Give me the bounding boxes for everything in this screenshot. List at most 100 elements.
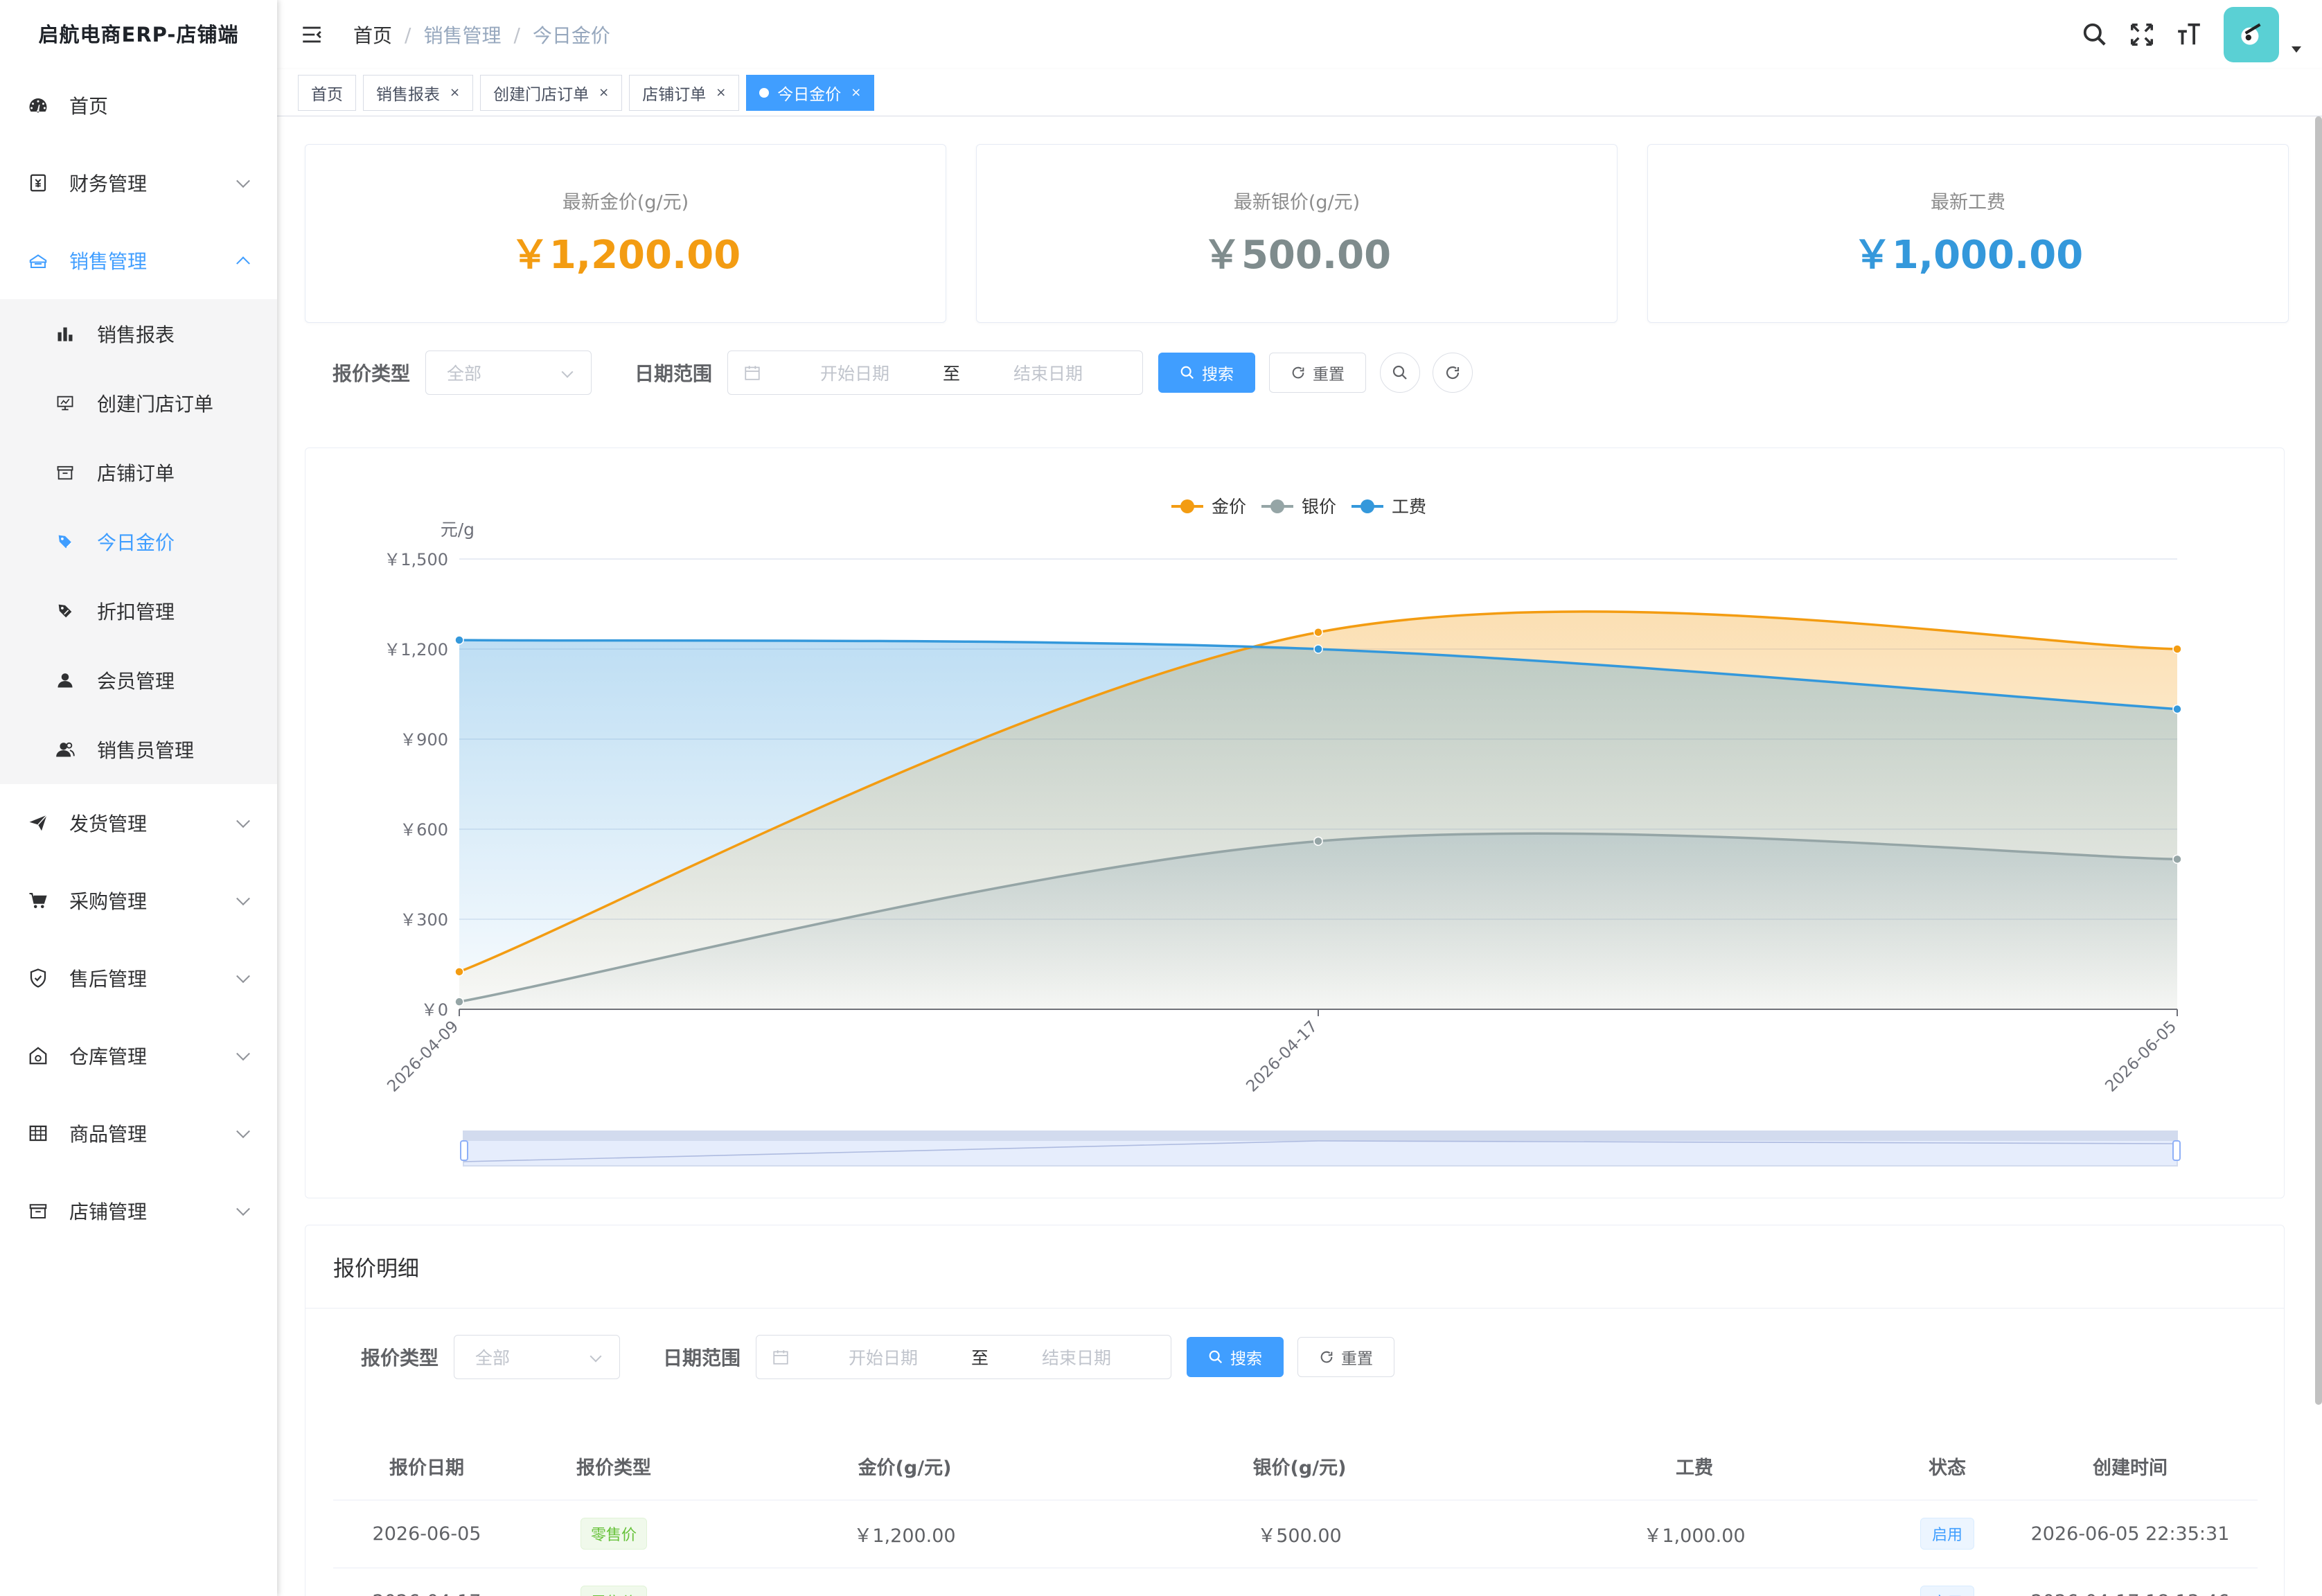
search-button[interactable]: 搜索: [1158, 353, 1256, 393]
sidebar-item-label: 发货管理: [69, 813, 148, 835]
data-point: [1313, 836, 1323, 846]
price-chart-card: ￥0 ￥300 ￥600 ￥900 ￥1,200 ￥1,500 元/g 2026-04-09 2…: [305, 447, 2285, 1198]
column-header[interactable]: 报价日期: [333, 1433, 520, 1500]
sidebar-item-sales[interactable]: 销售管理: [0, 222, 277, 299]
sidebar-item-label: 店铺订单: [97, 462, 175, 485]
sales-submenu: 销售报表 创建门店订单 店铺订单 今日金价 折扣管理 会员管理 销售员管理: [0, 299, 277, 784]
reset-button[interactable]: 重置: [1297, 1337, 1395, 1377]
avatar[interactable]: [2224, 7, 2279, 62]
table-row[interactable]: 2026-06-05 零售价 ￥1,200.00 ￥500.00 ￥1,000.…: [333, 1500, 2258, 1568]
close-icon[interactable]: ×: [599, 85, 609, 100]
type-badge: 零售价: [580, 1518, 647, 1550]
sidebar-item-label: 首页: [69, 95, 109, 118]
date-range-picker[interactable]: 开始日期 至 结束日期: [727, 351, 1144, 395]
data-point: [2172, 704, 2182, 714]
sidebar-item-goods[interactable]: 商品管理: [0, 1094, 277, 1172]
tag-today-gold-price[interactable]: 今日金价 ×: [746, 74, 875, 111]
sidebar-item-finance[interactable]: 财务管理: [0, 144, 277, 222]
menu-toggle-icon[interactable]: [298, 21, 326, 48]
end-date-input[interactable]: 结束日期: [1018, 1345, 1135, 1369]
close-icon[interactable]: ×: [851, 85, 861, 100]
sidebar-item-discount[interactable]: 折扣管理: [0, 576, 277, 646]
column-header[interactable]: 状态: [1892, 1433, 2003, 1500]
breadcrumb-separator: /: [513, 23, 520, 46]
page-scrollbar[interactable]: [2315, 116, 2322, 1405]
start-date-input[interactable]: 开始日期: [796, 360, 914, 385]
chevron-down-icon: [236, 969, 250, 984]
tag-home[interactable]: 首页: [298, 74, 356, 111]
table-header-row: 报价日期 报价类型 金价(g/元) 银价(g/元) 工费 状态 创建时间: [333, 1433, 2258, 1500]
price-trend-chart: ￥0 ￥300 ￥600 ￥900 ￥1,200 ￥1,500 元/g 2026-04-09 2…: [384, 497, 2182, 1167]
sidebar-item-sales-report[interactable]: 销售报表: [0, 299, 277, 369]
table-row[interactable]: 2026-04-17 零售价 ￥1,256.00 ￥560.00 ￥1,200.…: [333, 1568, 2258, 1596]
breadcrumb-home[interactable]: 首页: [353, 21, 392, 48]
breadcrumb: 首页 / 销售管理 / 今日金价: [353, 21, 610, 48]
header-tools: [2063, 0, 2301, 69]
end-date-input[interactable]: 结束日期: [989, 360, 1107, 385]
chevron-down-icon: [236, 1047, 250, 1061]
caret-down-icon[interactable]: [2292, 46, 2301, 53]
sidebar-item-label: 销售报表: [97, 323, 175, 346]
sidebar-item-members[interactable]: 会员管理: [0, 646, 277, 715]
column-header[interactable]: 工费: [1497, 1433, 1892, 1500]
data-point: [454, 635, 464, 645]
sidebar-item-today-gold-price[interactable]: 今日金价: [0, 507, 277, 576]
y-tick-label: ￥1,500: [384, 550, 448, 569]
tag-label: 今日金价: [777, 85, 842, 104]
close-icon[interactable]: ×: [450, 85, 460, 100]
cell-status: 启用: [1892, 1500, 2003, 1568]
column-header[interactable]: 银价(g/元): [1102, 1433, 1497, 1500]
type-badge: 零售价: [580, 1586, 647, 1596]
cell-gold: ￥1,200.00: [707, 1500, 1102, 1568]
column-header[interactable]: 创建时间: [2003, 1433, 2258, 1500]
card-title: 报价明细: [305, 1225, 2284, 1309]
button-label: 搜索: [1202, 366, 1234, 384]
cell-type: 零售价: [520, 1568, 707, 1596]
stat-cards: 最新金价(g/元) ￥1,200.00 最新银价(g/元) ￥500.00 最新…: [305, 144, 2289, 323]
search-icon: [1209, 1350, 1223, 1364]
status-badge: 启用: [1920, 1586, 1974, 1596]
sidebar-item-home[interactable]: 首页: [0, 66, 277, 144]
reset-button[interactable]: 重置: [1269, 353, 1367, 393]
column-header[interactable]: 报价类型: [520, 1433, 707, 1500]
legend-label: 金价: [1212, 497, 1246, 517]
y-tick-label: ￥1,200: [384, 640, 448, 659]
type-select[interactable]: 全部: [425, 351, 592, 395]
sidebar-item-purchase[interactable]: 采购管理: [0, 862, 277, 939]
sidebar-item-after-sales[interactable]: 售后管理: [0, 939, 277, 1017]
data-point: [454, 997, 464, 1007]
sidebar-item-label: 销售管理: [69, 250, 148, 273]
refresh-button[interactable]: [1433, 353, 1473, 393]
tag-sales-report[interactable]: 销售报表 ×: [363, 74, 474, 111]
sidebar-item-warehouse[interactable]: 仓库管理: [0, 1017, 277, 1094]
cell-silver: ￥500.00: [1102, 1500, 1497, 1568]
search-icon[interactable]: [2080, 19, 2110, 50]
start-date-input[interactable]: 开始日期: [824, 1345, 942, 1369]
column-header[interactable]: 金价(g/元): [707, 1433, 1102, 1500]
type-label: 报价类型: [361, 1347, 439, 1369]
button-label: 搜索: [1230, 1350, 1263, 1368]
date-range-picker[interactable]: 开始日期 至 结束日期: [756, 1335, 1172, 1379]
sidebar-item-create-store-order[interactable]: 创建门店订单: [0, 369, 277, 438]
close-icon[interactable]: ×: [716, 85, 726, 100]
chevron-down-icon: [236, 174, 250, 188]
toggle-search-button[interactable]: [1380, 353, 1421, 393]
fullscreen-icon[interactable]: [2127, 19, 2157, 50]
sidebar-item-store-orders[interactable]: 店铺订单: [0, 438, 277, 507]
tag-create-store-order[interactable]: 创建门店订单 ×: [480, 74, 623, 111]
tag-store-orders[interactable]: 店铺订单 ×: [629, 74, 740, 111]
font-size-icon[interactable]: [2174, 19, 2204, 50]
cell-labor: ￥1,000.00: [1497, 1500, 1892, 1568]
store-order-icon: [54, 461, 76, 484]
app-brand: 启航电商ERP-店铺端: [38, 23, 239, 46]
cell-silver: ￥560.00: [1102, 1568, 1497, 1596]
stat-value: ￥500.00: [1202, 233, 1392, 278]
sidebar-item-store[interactable]: 店铺管理: [0, 1172, 277, 1250]
search-button[interactable]: 搜索: [1187, 1337, 1284, 1377]
button-label: 重置: [1341, 1350, 1374, 1368]
chevron-down-icon: [236, 892, 250, 906]
sidebar-item-shipping[interactable]: 发货管理: [0, 784, 277, 862]
type-select[interactable]: 全部: [454, 1335, 621, 1379]
sidebar-item-salesman[interactable]: 销售员管理: [0, 715, 277, 784]
price-tag-icon: [54, 531, 76, 553]
